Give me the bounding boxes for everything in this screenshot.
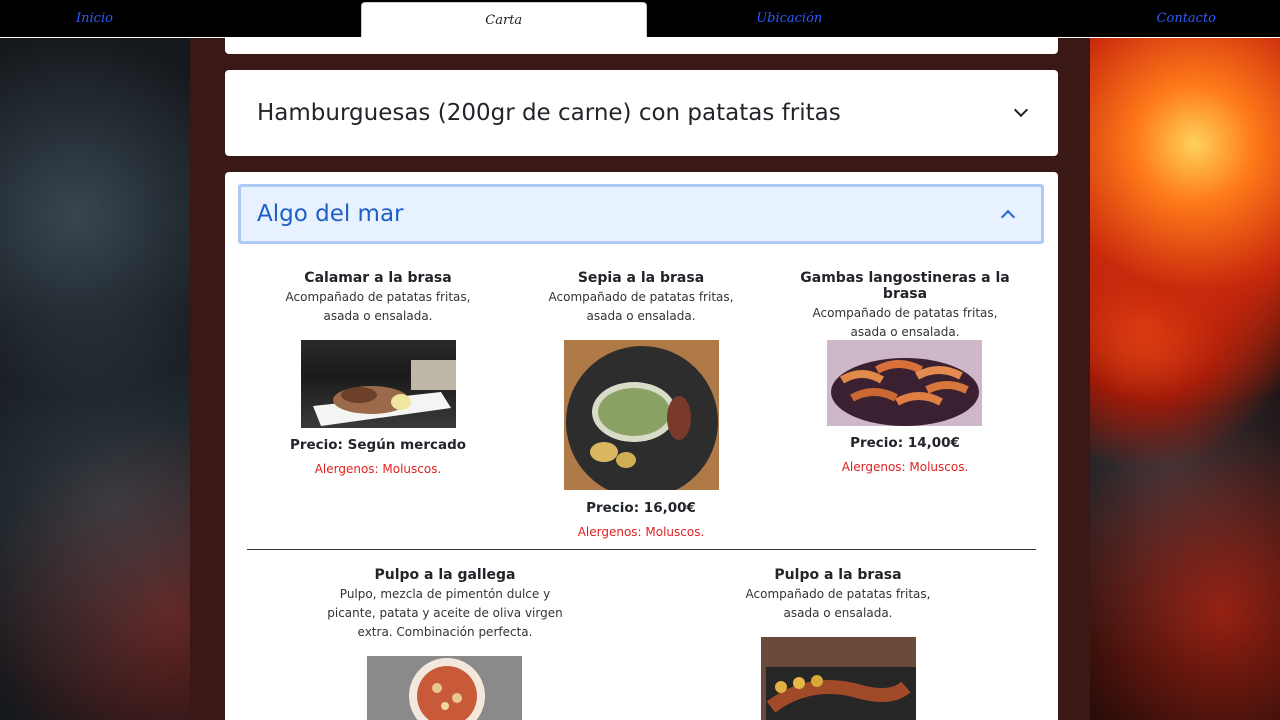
item-name: Calamar a la brasa: [304, 270, 452, 286]
item-alergenos: Alergenos: Moluscos.: [314, 462, 442, 476]
nav-ubicacion[interactable]: Ubicación: [647, 0, 932, 37]
menu-item-sepia-footer: Precio: 16,00€ Alergenos: Moluscos.: [521, 500, 761, 539]
chevron-down-icon: [1013, 102, 1029, 118]
section-divider: [247, 549, 1036, 550]
item-price: Precio: 16,00€: [586, 500, 696, 516]
item-name: Pulpo a la gallega: [374, 567, 516, 583]
top-nav: Inicio Carta Ubicación Contacto: [0, 0, 1280, 38]
background-left: [0, 0, 190, 720]
calamar-photo: [301, 340, 456, 428]
nav-contacto[interactable]: Contacto: [932, 0, 1280, 37]
menu-item-calamar-footer: Precio: Según mercado Alergenos: Molusco…: [258, 437, 498, 476]
accordion-header[interactable]: Algo del mar: [238, 184, 1044, 244]
menu-item-calamar: Calamar a la brasa Acompañado de patatas…: [258, 270, 498, 326]
item-description: Acompañado de patatas fritas, asada o en…: [812, 306, 998, 339]
item-description: Acompañado de patatas fritas, asada o en…: [548, 290, 734, 323]
accordion-title: Algo del mar: [257, 201, 404, 227]
menu-item-gambas-footer: Precio: 14,00€ Alergenos: Moluscos.: [780, 435, 1030, 474]
item-description: Acompañado de patatas fritas, asada o en…: [285, 290, 471, 323]
item-price: Precio: 14,00€: [850, 435, 960, 451]
item-price: Precio: Según mercado: [289, 437, 467, 453]
menu-item-sepia: Sepia a la brasa Acompañado de patatas f…: [521, 270, 761, 326]
menu-item-pulpo-gallega: Pulpo a la gallega Pulpo, mezcla de pime…: [314, 567, 576, 642]
item-name: Sepia a la brasa: [577, 270, 705, 286]
item-description: Acompañado de patatas fritas, asada o en…: [745, 587, 931, 620]
menu-item-gambas: Gambas langostineras a la brasa Acompaña…: [780, 270, 1030, 342]
menu-item-pulpo-brasa: Pulpo a la brasa Acompañado de patatas f…: [718, 567, 958, 623]
gambas-photo: [827, 340, 982, 426]
nav-carta[interactable]: Carta: [360, 2, 647, 37]
background-right: [1090, 0, 1280, 720]
nav-inicio[interactable]: Inicio: [0, 0, 361, 37]
item-description: Pulpo, mezcla de pimentón dulce y picant…: [327, 587, 563, 639]
item-alergenos: Alergenos: Moluscos.: [577, 525, 705, 539]
item-name: Pulpo a la brasa: [774, 567, 902, 583]
chevron-up-icon: [1000, 209, 1016, 225]
pulpo-brasa-photo: [761, 637, 916, 720]
pulpo-gallega-photo: [367, 656, 522, 720]
accordion-hamburguesas[interactable]: Hamburguesas (200gr de carne) con patata…: [225, 70, 1058, 156]
item-name: Gambas langostineras a la brasa: [800, 270, 1010, 302]
sepia-photo: [564, 340, 719, 490]
accordion-title: Hamburguesas (200gr de carne) con patata…: [257, 100, 841, 126]
item-alergenos: Alergenos: Moluscos.: [841, 460, 969, 474]
